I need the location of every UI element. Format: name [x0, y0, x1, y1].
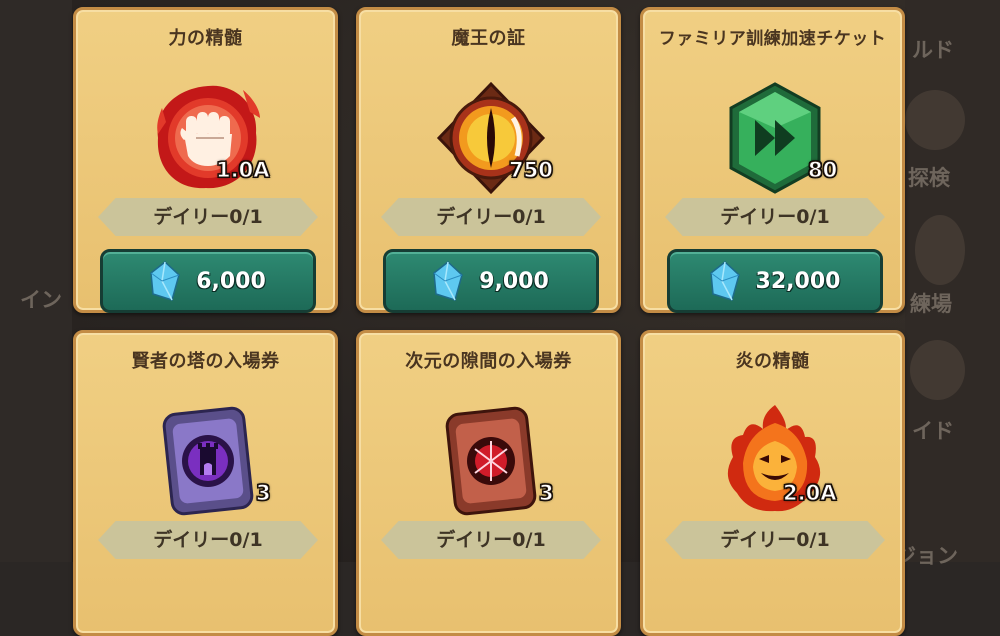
background-menu-label: イン [20, 288, 62, 312]
blue-crystal-icon [709, 261, 740, 301]
item-quantity: 750 [509, 158, 554, 183]
daily-limit-label: デイリー0/1 [665, 521, 885, 559]
background-compass-icon [905, 90, 965, 150]
price-label: 6,000 [196, 268, 266, 294]
item-quantity: 3 [256, 481, 272, 506]
item-title: 力の精髄 [168, 28, 243, 49]
background-guide-icon [910, 340, 965, 400]
background-menu-label: イド [912, 419, 954, 443]
shop-item-card[interactable]: 賢者の塔の入場券 3 デイリー0/1 [73, 330, 338, 636]
item-title: ファミリア訓練加速チケット [658, 29, 887, 49]
background-right-menu [905, 0, 1000, 562]
item-title: 魔王の証 [451, 28, 526, 49]
buy-button[interactable]: 32,000 [667, 249, 883, 313]
item-title: 次元の隙間の入場券 [405, 351, 572, 372]
purple-tower-ticket-icon [162, 406, 254, 516]
buy-button[interactable]: 9,000 [383, 249, 599, 313]
daily-limit-label: デイリー0/1 [98, 521, 318, 559]
shop-item-card[interactable]: 次元の隙間の入場券 3 デイリー0/1 [356, 330, 621, 636]
item-quantity: 80 [807, 158, 838, 183]
daily-limit-label: デイリー0/1 [665, 198, 885, 236]
daily-limit-label: デイリー0/1 [381, 198, 601, 236]
background-left-menu [0, 0, 72, 562]
shop-item-card[interactable]: ファミリア訓練加速チケット 80 デイリー0/1 32,000 [640, 7, 905, 313]
blue-crystal-icon [150, 261, 181, 301]
item-title: 賢者の塔の入場券 [131, 351, 280, 372]
price-label: 9,000 [479, 268, 549, 294]
background-menu-label: ルド [912, 38, 954, 62]
daily-limit-label: デイリー0/1 [98, 198, 318, 236]
blue-crystal-icon [433, 261, 464, 301]
shop-item-card[interactable]: 魔王の証 750 デイリー0/1 9,000 [356, 7, 621, 313]
item-quantity: 2.0A [782, 481, 837, 506]
background-menu-label: 練場 [910, 292, 952, 316]
buy-button[interactable]: 6,000 [100, 249, 316, 313]
item-quantity: 1.0A [215, 158, 270, 183]
red-rift-ticket-icon [445, 406, 537, 516]
shop-item-card[interactable]: 炎の精髄 2.0A デイリー0/1 [640, 330, 905, 636]
background-training-icon [915, 215, 965, 285]
item-quantity: 3 [539, 481, 555, 506]
item-title: 炎の精髄 [735, 351, 810, 372]
shop-item-card[interactable]: 力の精髄 1.0A デイリー0/1 6,000 [73, 7, 338, 313]
background-menu-label: 探検 [908, 166, 950, 190]
daily-limit-label: デイリー0/1 [381, 521, 601, 559]
price-label: 32,000 [755, 268, 841, 294]
